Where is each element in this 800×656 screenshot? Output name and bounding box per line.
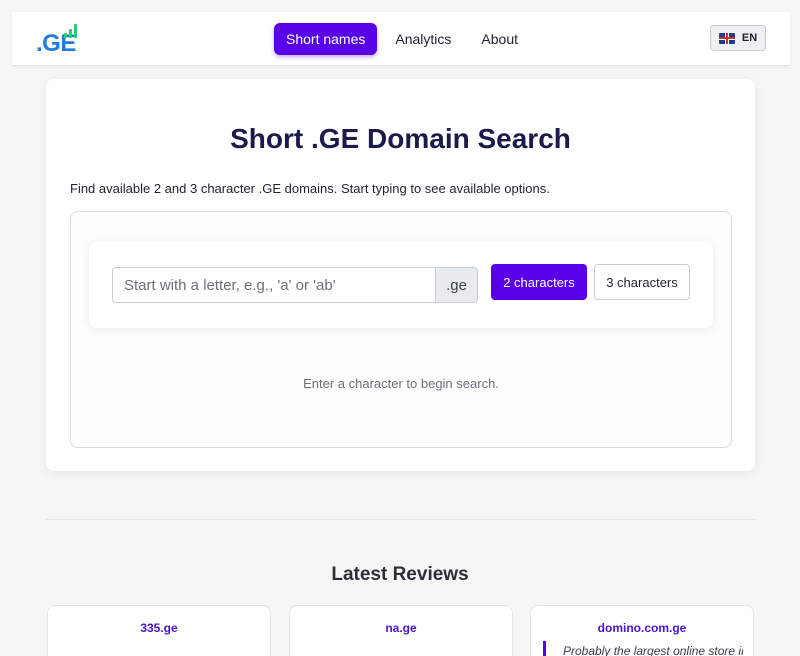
search-hint: Enter a character to begin search. — [303, 376, 499, 391]
domain-search-input[interactable] — [112, 267, 435, 303]
review-card[interactable]: na.ge — [289, 605, 513, 656]
review-card[interactable]: 335.ge — [47, 605, 271, 656]
nav-about[interactable]: About — [469, 23, 530, 55]
domain-input-group: .ge — [112, 267, 478, 303]
review-domain[interactable]: 335.ge — [48, 621, 270, 635]
section-divider — [46, 519, 755, 520]
review-domain[interactable]: domino.com.ge — [531, 621, 753, 635]
site-logo[interactable]: .GE — [36, 24, 84, 57]
search-container: .ge 2 characters 3 characters Enter a ch… — [70, 211, 732, 448]
two-characters-button[interactable]: 2 characters — [491, 264, 587, 300]
page-subtitle: Find available 2 and 3 character .GE dom… — [70, 181, 550, 196]
page-title: Short .GE Domain Search — [230, 123, 571, 154]
language-code: EN — [741, 32, 758, 44]
search-panel: .ge 2 characters 3 characters — [89, 242, 713, 328]
review-card[interactable]: domino.com.ge Probably the largest onlin… — [530, 605, 754, 656]
nav-short-names[interactable]: Short names — [274, 23, 378, 55]
three-characters-button[interactable]: 3 characters — [594, 264, 690, 300]
logo-bars-icon — [64, 24, 80, 38]
site-header: .GE Short names Analytics About EN — [12, 12, 790, 66]
uk-flag-icon — [718, 32, 735, 44]
domain-suffix: .ge — [435, 267, 478, 303]
nav-analytics[interactable]: Analytics — [383, 23, 463, 55]
reviews-title: Latest Reviews — [331, 564, 469, 585]
language-selector[interactable]: EN — [710, 25, 766, 51]
review-quote: Probably the largest online store in — [543, 641, 743, 656]
review-domain[interactable]: na.ge — [290, 621, 512, 635]
main-nav: Short names Analytics About — [274, 23, 536, 55]
domain-search-card: Short .GE Domain Search Find available 2… — [46, 79, 755, 471]
